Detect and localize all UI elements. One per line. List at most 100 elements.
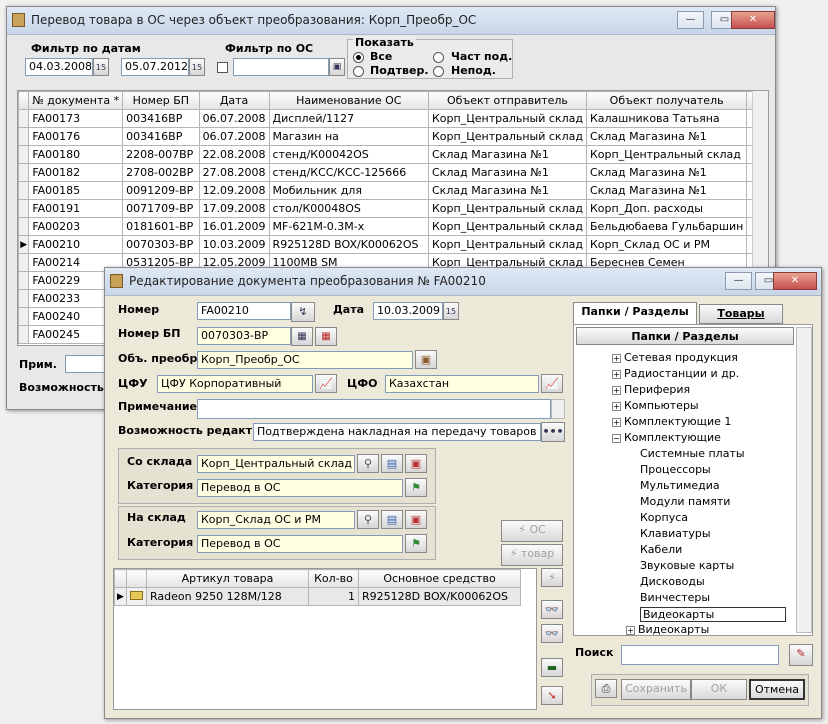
column-header[interactable]: Кол-во [308,569,359,588]
tree-node[interactable]: Дисководы [640,575,705,588]
cfo-field[interactable]: Казахстан [385,375,539,393]
chart-icon[interactable]: 📈 [541,374,563,393]
tree-node[interactable]: Системные платы [640,447,745,460]
tree-node[interactable]: Клавиатуры [640,527,711,540]
table-row[interactable]: FA00182 2708-002ВР 27.08.2008 стенд/КСС/КСС… [18,163,768,182]
table-row[interactable]: FA00180 2208-007ВР 22.08.2008 стенд/К00042O… [18,145,768,164]
table-row[interactable]: FA00191 0071709-ВР 17.09.2008 стол/К00048OS… [18,199,768,218]
column-header[interactable]: № документа * [28,91,124,110]
table-row[interactable]: ▶ FA00210 0070303-ВР 10.03.2009 R925128D BOX… [18,235,768,254]
document-icon[interactable]: ▤ [381,510,403,529]
table-row[interactable]: FA00173 003416ВР 06.07.2008 Дисплей/1127 Кор… [18,109,768,128]
add-goods-button[interactable]: ⚡ товар [501,544,563,566]
table-row[interactable]: FA00185 0091209-ВР 12.09.2008 Мобильник для… [18,181,768,200]
tree-scrollbar[interactable] [796,327,812,633]
print-icon[interactable]: ⎙ [595,679,617,698]
bp-field[interactable]: 0070303-ВР [197,327,291,345]
tree-node[interactable]: + Комплектующие 1 [612,415,731,428]
ok-button[interactable]: ОК [691,679,747,700]
radio-confirmed[interactable] [353,66,364,77]
date-field[interactable]: 10.03.2009 [373,302,443,320]
category-icon[interactable]: ⚑ [405,534,427,553]
radio-unconfirmed[interactable] [433,66,444,77]
image-icon[interactable]: ▣ [405,454,427,473]
table-row[interactable]: ▶ Radeon 9250 128M/128 1 R925128D BOX/K0006… [114,587,521,606]
to-warehouse-field[interactable]: Корп_Склад ОС и РМ [197,511,355,529]
os-filter-checkbox[interactable] [217,62,228,73]
browse-icon[interactable]: ▣ [329,58,345,76]
from-category-field[interactable]: Перевод в ОС [197,479,403,497]
tree-node[interactable]: + Сетевая продукция [612,351,738,364]
from-warehouse-field[interactable]: Корп_Центральный склад [197,455,355,473]
to-category-field[interactable]: Перевод в ОС [197,535,403,553]
cfu-field[interactable]: ЦФУ Корпоративный [157,375,313,393]
binoculars-next-icon[interactable]: 👓 [541,624,563,643]
wand-icon[interactable]: ⚡ [541,568,563,587]
table-row[interactable]: FA00176 003416ВР 06.07.2008 Магазин на Корп_… [18,127,768,146]
tree-node[interactable]: Винчестеры [640,591,710,604]
item-asset[interactable]: R925128D BOX/K00062OS [358,587,521,606]
transport-icon[interactable]: ▬ [541,658,563,677]
expand-icon[interactable]: + [612,417,621,427]
column-header[interactable]: Объект отправитель [428,91,587,110]
more-button[interactable]: ••• [541,422,565,442]
expand-icon[interactable]: + [626,625,635,635]
column-header[interactable]: Дата [198,91,270,110]
clear-bp-icon[interactable]: ▦ [315,327,337,346]
tree-node[interactable]: Процессоры [640,463,711,476]
category-icon[interactable]: ⚑ [405,478,427,497]
column-header[interactable]: Объект получатель [585,91,748,110]
tab-goods[interactable]: Товары [699,304,783,324]
tab-folders[interactable]: Папки / Разделы [573,302,697,324]
radio-all[interactable] [353,52,364,63]
tree-node[interactable]: + Видеокарты [626,623,709,635]
select-bp-icon[interactable]: ▦ [291,327,313,346]
document-icon[interactable]: ▤ [381,454,403,473]
minimize-button[interactable]: — [677,11,704,29]
close-button[interactable]: ✕ [731,11,775,29]
tree-node[interactable]: Модули памяти [640,495,730,508]
item-article[interactable]: Radeon 9250 128M/128 [146,587,309,606]
tree-node[interactable]: Видеокарты [640,607,786,622]
collapse-icon[interactable]: − [612,433,621,443]
arrow-icon[interactable]: ➘ [541,686,563,705]
date-from-field[interactable]: 04.03.2008 [25,58,93,76]
search-clear-icon[interactable]: ✎ [789,644,813,666]
expand-icon[interactable]: + [612,369,621,379]
cancel-button[interactable]: Отмена [749,679,805,700]
expand-icon[interactable]: + [612,353,621,363]
add-os-button[interactable]: ⚡ ОС [501,520,563,542]
filter-icon[interactable]: ⚲ [357,454,379,473]
tree-node[interactable]: Корпуса [640,511,688,524]
tree-node[interactable]: Кабели [640,543,682,556]
number-field[interactable]: FA00210 [197,302,291,320]
calendar-icon[interactable]: 15 [189,58,205,76]
note-field[interactable] [197,399,551,419]
tree-node[interactable]: + Радиостанции и др. [612,367,739,380]
os-filter-field[interactable] [233,58,329,76]
item-qty[interactable]: 1 [308,587,359,606]
calendar-icon[interactable]: 15 [93,58,109,76]
minimize-button[interactable]: — [725,272,752,290]
tree-node[interactable]: Мультимедиа [640,479,720,492]
tree-node[interactable]: + Периферия [612,383,690,396]
filter-icon[interactable]: ⚲ [357,510,379,529]
column-header[interactable]: Номер БП [122,91,200,110]
save-button[interactable]: Сохранить [621,679,691,700]
table-row[interactable]: FA00203 0181601-ВР 16.01.2009 MF-621M-0.3M-… [18,217,768,236]
date-to-field[interactable]: 05.07.2012 [121,58,189,76]
generate-number-icon[interactable]: ↯ [291,302,315,322]
object-field[interactable]: Корп_Преобр_ОС [197,351,413,369]
tree-node[interactable]: Звуковые карты [640,559,734,572]
expand-icon[interactable]: + [612,385,621,395]
radio-partial[interactable] [433,52,444,63]
search-input[interactable] [621,645,779,665]
column-header[interactable]: Наименование ОС [268,91,430,110]
box-icon[interactable]: ▣ [415,350,437,369]
calendar-icon[interactable]: 15 [443,302,459,320]
close-button[interactable]: ✕ [773,272,817,290]
note-scrollbar[interactable] [551,399,565,419]
image-icon[interactable]: ▣ [405,510,427,529]
column-header[interactable]: Основное средство [358,569,521,588]
expand-icon[interactable]: + [612,401,621,411]
